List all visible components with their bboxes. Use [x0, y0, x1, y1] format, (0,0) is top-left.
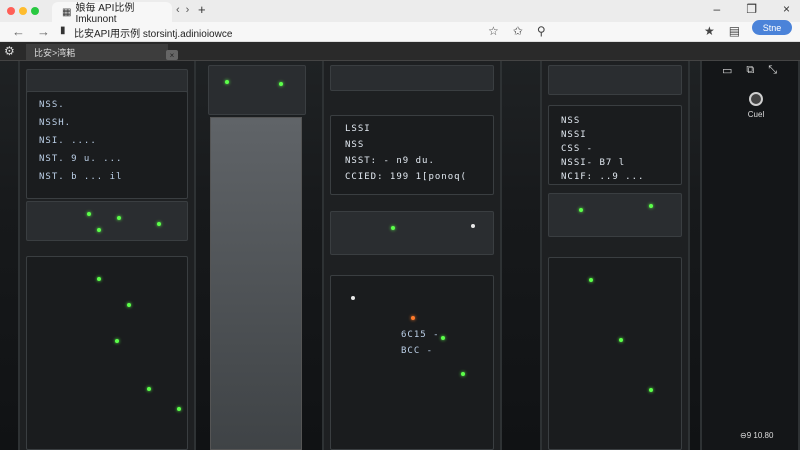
server-rack-right: NSS NSSI CSS - NSSI- B7 l NC1F: ..9 ... [540, 61, 690, 450]
collapse-icon[interactable]: ⤡ [768, 64, 777, 77]
address-bar[interactable]: 比安API用示例 storsintj.adinioiowce [74, 25, 232, 40]
rack-unit [548, 193, 682, 237]
restore-button[interactable]: ❐ [746, 2, 757, 16]
viewer-tab-close-button[interactable]: × [166, 50, 178, 60]
grid-icon: ▦ [62, 6, 72, 18]
status-led [117, 216, 121, 220]
status-led [649, 388, 653, 392]
viewer-tab[interactable]: 比安>湾耜 [26, 44, 168, 60]
status-led [97, 228, 101, 232]
server-rack-left: NSS. NSSH. NSI. .... NST. 9 u. ... NST. … [18, 61, 196, 450]
viewer-status-text: ⊖9 10.80 [740, 431, 774, 440]
minimize-window-dot[interactable] [19, 7, 27, 15]
rack-unit: NSS NSSI CSS - NSSI- B7 l NC1F: ..9 ... [548, 105, 682, 185]
status-led [351, 296, 355, 300]
camera-icon [749, 92, 763, 106]
rack-text-line: NC1F: ..9 ... [561, 172, 645, 182]
rack-text-line: NSI. .... [39, 136, 97, 146]
status-led [391, 226, 395, 230]
window-controls: – ❐ × [714, 2, 790, 16]
rack-text-line: NSSI [561, 130, 587, 140]
rack-text-line: CCIED: 199 1[ponoq( [345, 172, 467, 182]
rack-unit [330, 211, 494, 255]
door-frame [210, 117, 302, 450]
rack-text-line: 6C15 - [401, 330, 440, 340]
toolbar-right-icons: ★ ▤ [704, 24, 740, 38]
viewer-tab-label: 比安>湾耜 [34, 47, 76, 58]
rack-text-line: NST. b ... il [39, 172, 123, 182]
status-led [115, 339, 119, 343]
sign-in-button[interactable]: Stne [752, 20, 792, 35]
rack-unit [330, 65, 494, 91]
rack-unit: LSSI NSS NSST: - n9 du. CCIED: 199 1[pon… [330, 115, 494, 195]
browser-tab[interactable]: ▦ 娘毎 API比例 Imkunont [52, 2, 172, 25]
tab-forward-icon[interactable]: › [186, 4, 190, 16]
rack-text-line: NSST: - n9 du. [345, 156, 435, 166]
status-led [461, 372, 465, 376]
tab-nav-arrows: ‹ › [176, 4, 189, 16]
rack-unit: NSS. NSSH. NSI. .... NST. 9 u. ... NST. … [26, 91, 188, 199]
status-led [649, 204, 653, 208]
rack-unit [26, 201, 188, 241]
rack-unit [208, 65, 306, 115]
status-led [441, 336, 445, 340]
close-button[interactable]: × [783, 2, 790, 16]
caption-icon[interactable]: ▭ [722, 64, 732, 77]
rack-text-line: NSSI- B7 l [561, 158, 626, 168]
picture-in-picture-icon[interactable]: ⧉ [746, 64, 754, 77]
extension-icon[interactable]: ▤ [729, 24, 740, 38]
traffic-lights [7, 7, 39, 15]
profile-icon[interactable]: ⚲ [537, 24, 546, 38]
server-rack-far-right [700, 61, 800, 450]
camera-control[interactable]: Cuel [742, 92, 770, 119]
gear-icon[interactable]: ⚙ [4, 44, 15, 58]
status-led [471, 224, 475, 228]
status-led [225, 80, 229, 84]
status-led [579, 208, 583, 212]
viewer-tab-bar: ⚙ 比安>湾耜 × [0, 42, 800, 61]
rack-unit: 6C15 - BCC - [330, 275, 494, 450]
lock-icon: ▮ [60, 25, 66, 36]
browser-toolbar: ← → ▮ 比安API用示例 storsintj.adinioiowce ☆ ✩… [0, 22, 800, 42]
toolbar-icons: ☆ ✩ ⚲ [488, 24, 546, 38]
title-bar: ▦ 娘毎 API比例 Imkunont ‹ › + – ❐ × [0, 0, 800, 25]
back-icon[interactable]: ← [12, 24, 25, 39]
rack-text-line: NST. 9 u. ... [39, 154, 123, 164]
status-led [127, 303, 131, 307]
rack-unit [548, 257, 682, 450]
server-rack-middle: LSSI NSS NSST: - n9 du. CCIED: 199 1[pon… [322, 61, 502, 450]
rack-unit [548, 65, 682, 95]
rack-text-line: LSSI [345, 124, 371, 134]
rack-text-line: NSS [345, 140, 365, 150]
status-led [279, 82, 283, 86]
status-led [87, 212, 91, 216]
plus-icon[interactable]: + [198, 2, 206, 17]
status-led [411, 316, 415, 320]
bookmark-icon[interactable]: ✩ [513, 24, 523, 38]
rack-text-line: NSS. [39, 100, 65, 110]
star-icon[interactable]: ☆ [488, 24, 499, 38]
rack-text-line: CSS - [561, 144, 594, 154]
rack-unit [26, 256, 188, 450]
rack-text-line: NSS [561, 116, 581, 126]
viewer-controls: ▭ ⧉ ⤡ [722, 64, 777, 77]
status-led [147, 387, 151, 391]
camera-label: Cuel [747, 110, 765, 119]
status-led [157, 222, 161, 226]
rack-text-line: NSSH. [39, 118, 72, 128]
minimize-button[interactable]: – [714, 2, 721, 16]
status-led [177, 407, 181, 411]
status-led [97, 277, 101, 281]
status-led [619, 338, 623, 342]
forward-icon[interactable]: → [37, 24, 50, 39]
favorite-icon[interactable]: ★ [704, 24, 715, 38]
close-window-dot[interactable] [7, 7, 15, 15]
server-rack-image: NSS. NSSH. NSI. .... NST. 9 u. ... NST. … [0, 61, 800, 450]
tab-back-icon[interactable]: ‹ [176, 4, 180, 16]
rack-text-line: BCC - [401, 346, 434, 356]
maximize-window-dot[interactable] [31, 7, 39, 15]
status-led [589, 278, 593, 282]
